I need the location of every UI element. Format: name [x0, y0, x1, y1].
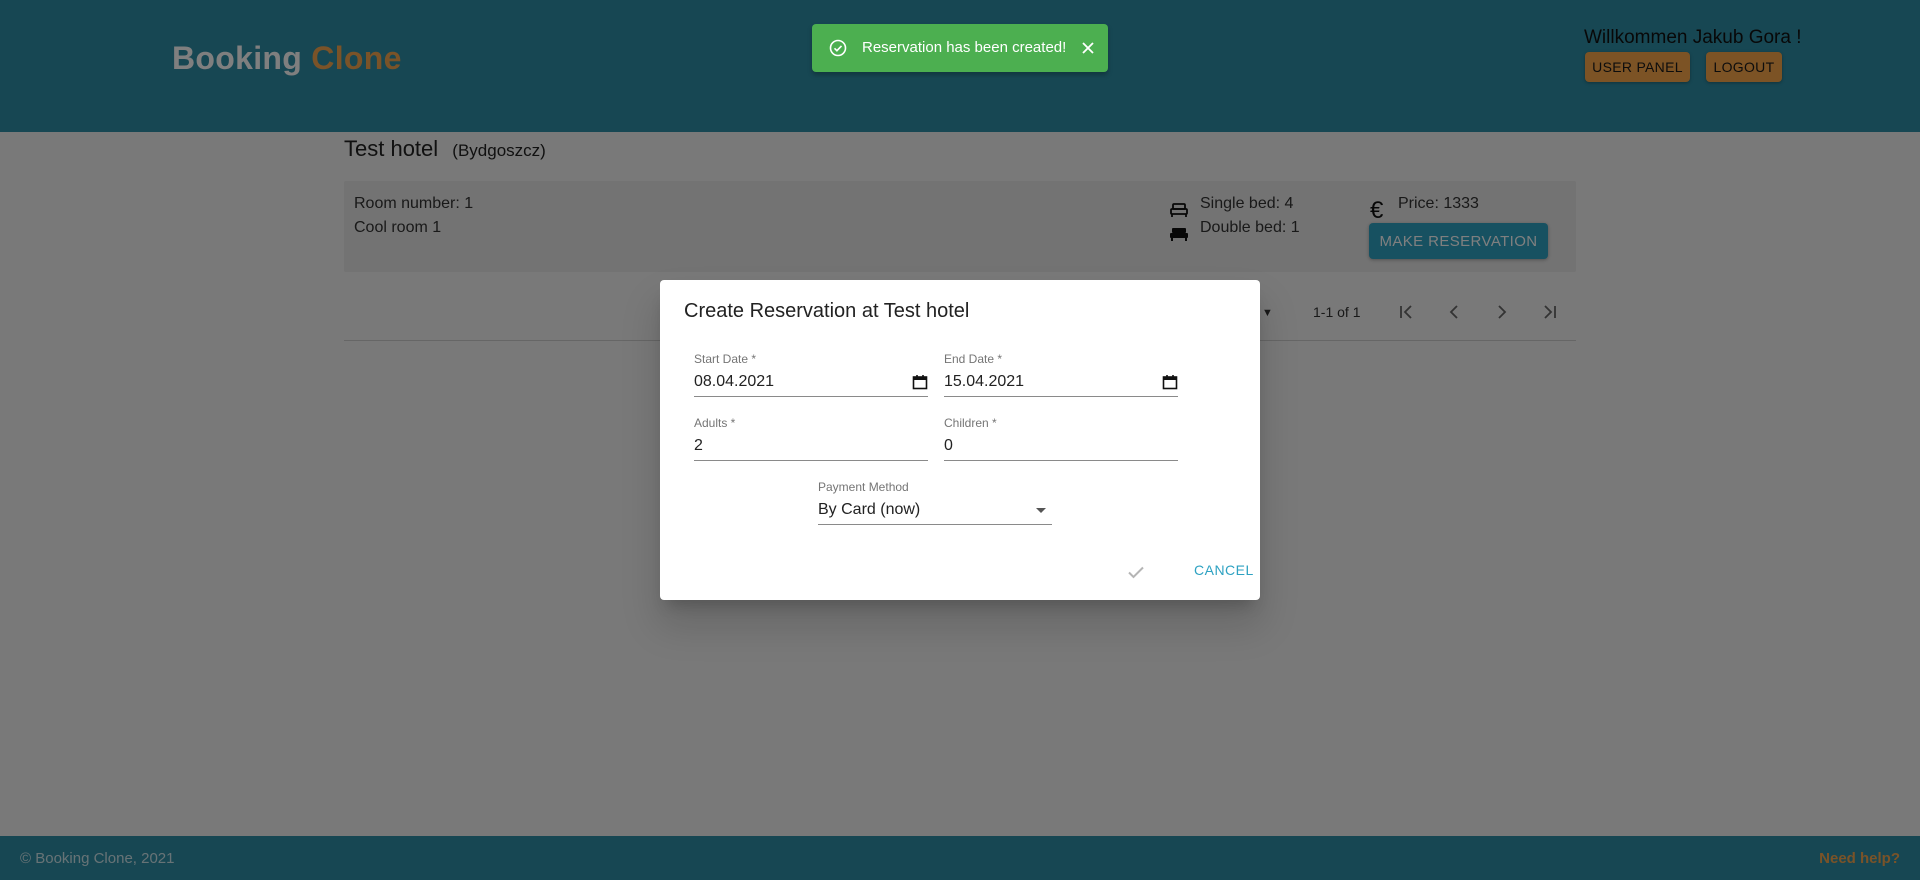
toast-message: Reservation has been created!: [862, 39, 1067, 56]
calendar-icon[interactable]: [912, 374, 928, 390]
dialog-title: Create Reservation at Test hotel: [684, 300, 970, 322]
payment-method-value[interactable]: By Card (now): [818, 501, 920, 519]
children-input[interactable]: 0: [944, 437, 953, 455]
success-check-icon: [829, 39, 847, 57]
cancel-button[interactable]: CANCEL: [1184, 554, 1264, 586]
end-date-label: End Date *: [944, 352, 1003, 366]
adults-input[interactable]: 2: [694, 437, 703, 455]
calendar-icon[interactable]: [1162, 374, 1178, 390]
adults-field[interactable]: Adults * 2: [694, 416, 928, 461]
end-date-input[interactable]: 15.04.2021: [944, 373, 1024, 391]
children-field[interactable]: Children * 0: [944, 416, 1178, 461]
start-date-label: Start Date *: [694, 352, 757, 366]
payment-method-label: Payment Method: [818, 480, 909, 494]
confirm-check-icon[interactable]: [1126, 562, 1146, 582]
success-toast: Reservation has been created!: [812, 24, 1108, 72]
create-reservation-dialog: Create Reservation at Test hotel Start D…: [660, 280, 1260, 600]
start-date-input[interactable]: 08.04.2021: [694, 373, 774, 391]
end-date-field[interactable]: End Date * 15.04.2021: [944, 352, 1178, 397]
payment-method-select[interactable]: Payment Method By Card (now): [818, 480, 1052, 525]
adults-label: Adults *: [694, 416, 736, 430]
start-date-field[interactable]: Start Date * 08.04.2021: [694, 352, 928, 397]
children-label: Children *: [944, 416, 997, 430]
close-icon[interactable]: [1078, 38, 1098, 58]
chevron-down-icon[interactable]: [1036, 507, 1046, 513]
